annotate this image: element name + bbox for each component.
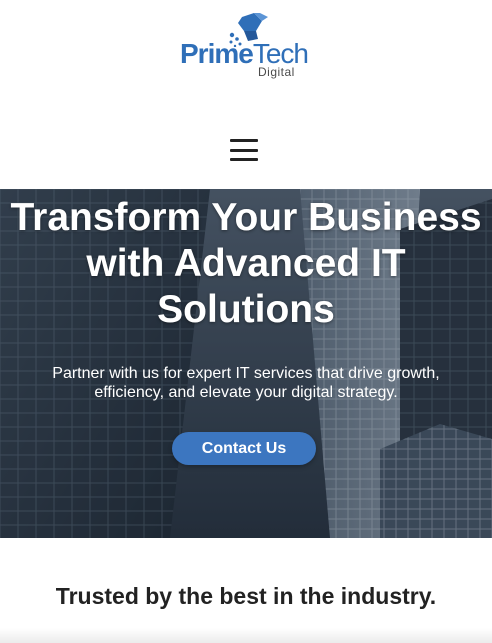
hamburger-menu-icon[interactable] bbox=[230, 139, 258, 161]
site-logo[interactable]: PrimeTech Digital bbox=[180, 13, 310, 79]
contact-us-button[interactable]: Contact Us bbox=[172, 432, 316, 465]
hero-subtitle: Partner with us for expert IT services t… bbox=[52, 365, 440, 401]
page: PrimeTech Digital Transform Your Busines… bbox=[0, 0, 492, 643]
section-divider-shadow bbox=[0, 628, 492, 643]
site-header: PrimeTech Digital bbox=[0, 0, 492, 189]
menu-bar bbox=[230, 139, 258, 142]
logo-subtitle: Digital bbox=[258, 65, 295, 79]
hero-title: Transform Your Business with Advanced IT… bbox=[10, 196, 482, 331]
trusted-heading: Trusted by the best in the industry. bbox=[55, 583, 437, 609]
menu-bar bbox=[230, 158, 258, 161]
hero-section: Transform Your Business with Advanced IT… bbox=[0, 189, 492, 538]
menu-bar bbox=[230, 148, 258, 152]
logo-word-prime: Prime bbox=[180, 38, 254, 69]
